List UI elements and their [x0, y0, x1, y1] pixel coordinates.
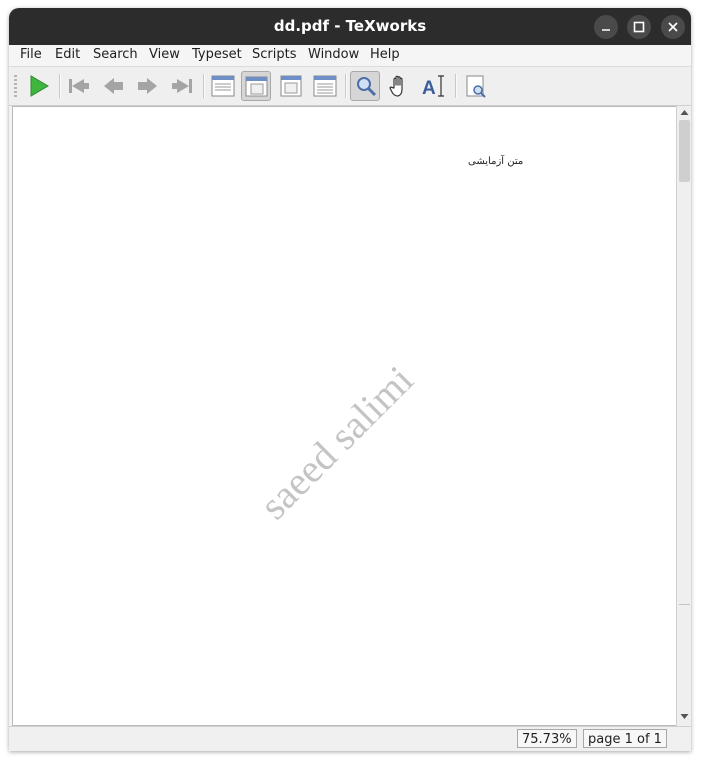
maximize-icon [633, 21, 645, 33]
find-icon [466, 75, 486, 98]
menu-file[interactable]: File [20, 47, 42, 62]
menu-typeset[interactable]: Typeset [192, 47, 242, 62]
select-text-button[interactable]: A [419, 71, 449, 101]
toolbar-grip[interactable] [14, 75, 17, 97]
toolbar-separator [345, 74, 347, 98]
menu-help[interactable]: Help [370, 47, 400, 62]
toolbar-separator [203, 74, 205, 98]
toolbar-separator [455, 74, 457, 98]
menu-scripts[interactable]: Scripts [252, 47, 296, 62]
document-rtl-text: متن آزمایشی [468, 156, 524, 167]
first-page-icon [69, 79, 89, 93]
fit-width-icon [245, 76, 268, 97]
scrollbar-thumb[interactable] [679, 120, 690, 182]
menu-edit[interactable]: Edit [55, 47, 80, 62]
scroll-down-icon[interactable] [677, 710, 691, 722]
maximize-button[interactable] [627, 15, 651, 39]
toolbar: A [9, 67, 691, 106]
menu-bar: File Edit Search View Typeset Scripts Wi… [9, 45, 691, 67]
hand-icon [389, 75, 403, 97]
vertical-scrollbar[interactable] [676, 106, 691, 726]
document-watermark: saeed salimi [250, 357, 422, 528]
actual-size-button[interactable] [208, 71, 238, 101]
scrollbar-track-mark [679, 604, 690, 605]
continuous-button[interactable] [310, 71, 340, 101]
play-icon [30, 75, 49, 97]
fit-page-button[interactable] [276, 71, 306, 101]
svg-text:A: A [422, 78, 436, 99]
window-title: dd.pdf - TeXworks [273, 17, 427, 35]
last-page-icon [172, 79, 192, 93]
scroll-hand-button[interactable] [385, 71, 415, 101]
typeset-button[interactable] [24, 71, 54, 101]
toolbar-separator [59, 74, 61, 98]
close-button[interactable] [661, 15, 685, 39]
page-indicator: page 1 of 1 [583, 729, 667, 748]
zoom-level: 75.73% [517, 729, 577, 748]
magnify-button[interactable] [350, 71, 380, 101]
scroll-up-icon[interactable] [677, 107, 691, 119]
fit-width-button[interactable] [241, 71, 271, 101]
menu-search[interactable]: Search [93, 47, 138, 62]
pdf-viewport[interactable]: متن آزمایشی saeed salimi [12, 106, 678, 726]
next-page-icon [138, 78, 157, 94]
next-page-button[interactable] [132, 71, 162, 101]
find-button[interactable] [461, 71, 491, 101]
previous-page-button[interactable] [99, 71, 129, 101]
continuous-icon [313, 75, 337, 97]
close-icon [668, 22, 678, 32]
fit-page-icon [280, 75, 302, 97]
previous-page-icon [104, 78, 123, 94]
status-bar: 75.73% page 1 of 1 [9, 726, 691, 751]
minimize-icon [602, 29, 610, 31]
actual-size-icon [211, 75, 235, 97]
menu-window[interactable]: Window [308, 47, 359, 62]
menu-view[interactable]: View [149, 47, 180, 62]
minimize-button[interactable] [594, 15, 618, 39]
select-text-icon: A [422, 75, 444, 99]
texworks-window: dd.pdf - TeXworks File Edit Search View … [9, 8, 691, 751]
magnify-icon [357, 77, 377, 97]
last-page-button[interactable] [167, 71, 197, 101]
title-bar[interactable]: dd.pdf - TeXworks [9, 8, 691, 45]
first-page-button[interactable] [64, 71, 94, 101]
